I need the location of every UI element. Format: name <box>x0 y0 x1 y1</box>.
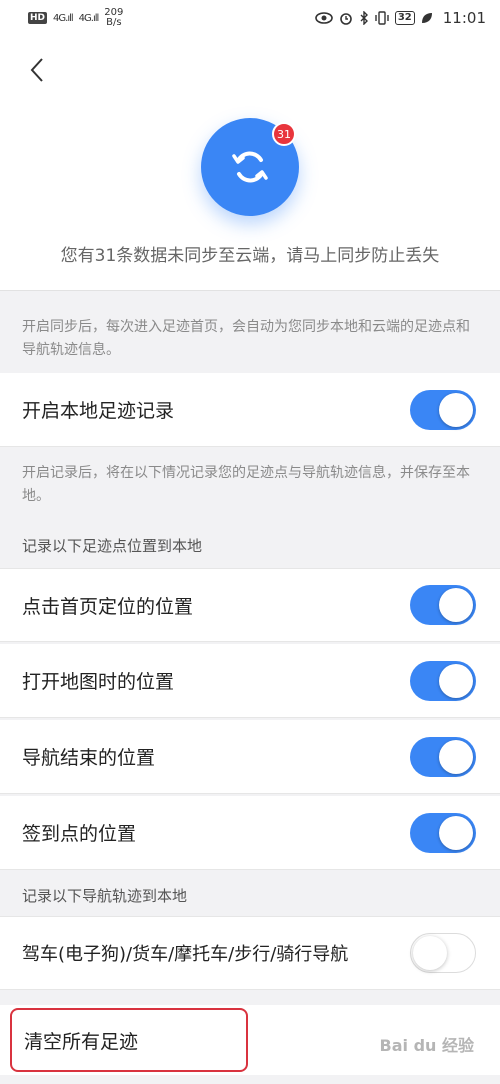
track-item-label: 驾车(电子狗)/货车/摩托车/步行/骑行导航 <box>22 944 349 965</box>
local-record-label: 开启本地足迹记录 <box>22 400 175 422</box>
point-item-toggle[interactable] <box>410 736 476 777</box>
network-speed-unit: B/s <box>106 17 122 28</box>
toggle-knob <box>439 588 473 622</box>
eye-icon <box>315 12 333 24</box>
back-button[interactable] <box>22 52 52 88</box>
track-item-toggle[interactable] <box>410 933 476 973</box>
toggle-knob <box>439 815 473 850</box>
status-left: HD 4G.ıll 4G.ıll 209 B/s <box>28 8 123 28</box>
network-speed: 209 B/s <box>104 8 123 28</box>
point-item-row[interactable]: 打开地图时的位置 <box>0 644 500 718</box>
toggle-knob <box>413 936 447 970</box>
toggle-knob <box>439 739 473 774</box>
point-item-toggle[interactable] <box>410 585 476 625</box>
point-item-label: 签到点的位置 <box>22 823 137 845</box>
unsynced-count-badge: 31 <box>272 122 296 146</box>
toggle-knob <box>439 663 473 698</box>
signal-icon-1: 4G.ıll <box>53 12 74 24</box>
leaf-icon <box>421 13 432 23</box>
watermark: Bai du 经验 <box>379 1036 474 1055</box>
sync-header: 31 您有31条数据未同步至云端，请马上同步防止丢失 <box>0 36 500 290</box>
sync-icon <box>232 151 268 183</box>
vibrate-icon <box>375 11 389 25</box>
divider <box>0 290 500 291</box>
point-item-row[interactable]: 导航结束的位置 <box>0 720 500 794</box>
track-section-title: 记录以下导航轨迹到本地 <box>22 887 188 905</box>
sync-note: 开启同步后，每次进入足迹首页，会自动为您同步本地和云端的足迹点和导航轨迹信息。 <box>22 319 470 358</box>
status-bar: HD 4G.ıll 4G.ıll 209 B/s 32 11:01 <box>0 0 500 36</box>
track-item-row[interactable]: 驾车(电子狗)/货车/摩托车/步行/骑行导航 <box>0 916 500 990</box>
point-item-row[interactable]: 签到点的位置 <box>0 796 500 870</box>
clear-all-button[interactable]: 清空所有足迹 <box>10 1008 248 1072</box>
toggle-knob <box>439 392 473 427</box>
alarm-icon <box>340 13 352 25</box>
battery-icon: 32 <box>394 11 415 25</box>
point-item-label: 导航结束的位置 <box>22 747 156 769</box>
local-record-toggle[interactable] <box>410 389 476 430</box>
back-arrow-icon <box>30 58 43 82</box>
clock: 11:01 <box>442 9 486 27</box>
sync-message: 您有31条数据未同步至云端，请马上同步防止丢失 <box>60 246 440 266</box>
status-right: 32 11:01 <box>315 9 486 27</box>
bluetooth-icon <box>360 11 368 25</box>
point-item-row[interactable]: 点击首页定位的位置 <box>0 568 500 642</box>
point-item-toggle[interactable] <box>410 812 476 853</box>
points-section-title: 记录以下足迹点位置到本地 <box>22 537 203 555</box>
signal-icon-2: 4G.ıll <box>78 12 100 24</box>
point-item-toggle[interactable] <box>410 660 476 701</box>
point-item-label: 打开地图时的位置 <box>22 671 175 693</box>
local-record-row[interactable]: 开启本地足迹记录 <box>0 373 500 447</box>
record-note: 开启记录后，将在以下情况记录您的足迹点与导航轨迹信息，并保存至本地。 <box>22 465 470 504</box>
point-item-label: 点击首页定位的位置 <box>22 595 194 618</box>
hd-icon: HD <box>28 12 48 24</box>
